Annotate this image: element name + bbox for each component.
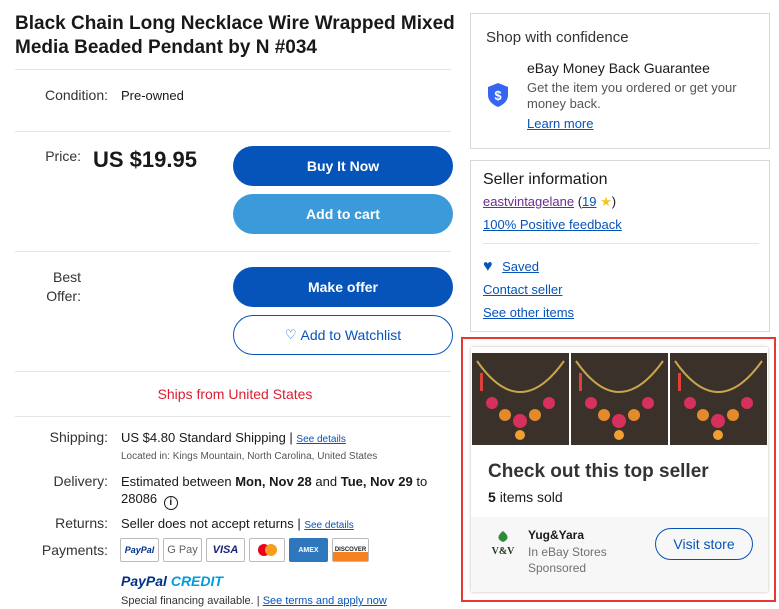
delivery-start: Mon, Nov 28 <box>235 474 312 489</box>
delivery-end: Tue, Nov 29 <box>340 474 413 489</box>
mastercard-icon <box>249 538 285 562</box>
svg-text:V&V: V&V <box>492 546 516 557</box>
item-title: Black Chain Long Necklace Wire Wrapped M… <box>15 13 455 58</box>
guarantee-title: eBay Money Back Guarantee <box>527 60 710 76</box>
delivery-to: to <box>416 474 428 489</box>
ad-heading: Check out this top seller <box>488 461 709 482</box>
divider <box>15 371 451 372</box>
visa-icon: VISA <box>206 538 245 562</box>
heart-outline-icon: ♡ <box>284 327 297 342</box>
ships-from-text: Ships from United States <box>157 386 313 402</box>
financing-text: Special financing available. | <box>121 595 260 607</box>
ad-store-name[interactable]: Yug&Yara <box>528 528 584 542</box>
best-offer-label-line2: Offer: <box>46 288 81 304</box>
shield-icon: $ <box>488 83 508 107</box>
shipping-method: Standard Shipping | <box>178 430 293 445</box>
ad-product-image[interactable] <box>571 353 668 445</box>
returns-value: Seller does not accept returns | See det… <box>121 516 354 531</box>
add-to-cart-button[interactable]: Add to cart <box>233 194 453 234</box>
shipping-label: Shipping: <box>49 429 108 445</box>
shipping-cost: US $4.80 <box>121 430 176 445</box>
price-value: US $19.95 <box>93 147 197 172</box>
divider <box>15 251 451 252</box>
paypal-icon: PayPal <box>120 538 159 562</box>
returns-text: Seller does not accept returns | <box>121 516 301 531</box>
delivery-and: and <box>315 474 338 489</box>
feedback-count-link[interactable]: 19 <box>582 194 596 209</box>
ad-sponsored-label: Sponsored <box>528 561 587 575</box>
learn-more-link[interactable]: Learn more <box>527 116 593 131</box>
delivery-zip: 28086 <box>121 491 158 506</box>
svg-text:$: $ <box>494 88 502 103</box>
best-offer-label-line1: Best <box>52 269 81 285</box>
shipping-location: Located in: Kings Mountain, North Caroli… <box>121 451 378 462</box>
amex-icon: AMEX <box>289 538 328 562</box>
add-to-watchlist-button[interactable]: ♡ Add to Watchlist <box>233 315 453 355</box>
feedback-close-paren: ) <box>611 194 617 209</box>
seller-name-line: eastvintagelane (19 ★) <box>483 194 616 210</box>
watchlist-label: Add to Watchlist <box>300 327 402 343</box>
price-label: Price: <box>45 148 81 164</box>
star-icon: ★ <box>600 194 612 209</box>
positive-feedback-link[interactable]: 100% Positive feedback <box>483 217 622 232</box>
condition-value: Pre-owned <box>121 88 184 103</box>
paypal-credit-logo: PayPal CREDIT <box>121 573 223 589</box>
make-offer-button[interactable]: Make offer <box>233 267 453 307</box>
delivery-value: Estimated between Mon, Nov 28 and Tue, N… <box>121 473 456 510</box>
store-logo-icon: V&V <box>492 531 516 557</box>
ad-store-sub: In eBay Stores <box>528 545 607 559</box>
info-icon[interactable]: i <box>163 496 178 510</box>
google-pay-icon: G Pay <box>163 538 202 562</box>
divider <box>483 243 759 244</box>
ad-sold-count: 5 <box>488 489 496 505</box>
sponsored-seller-ad-highlight: Check out this top seller 5 items sold V… <box>461 337 776 602</box>
confidence-heading: Shop with confidence <box>486 29 629 46</box>
shipping-value: US $4.80 Standard Shipping | See details <box>121 430 346 445</box>
condition-label: Condition: <box>44 87 108 103</box>
best-offer-label: Best Offer: <box>15 269 81 304</box>
sponsored-seller-ad[interactable]: Check out this top seller 5 items sold V… <box>471 347 768 592</box>
paypal-credit-brand: PayPal <box>121 573 167 589</box>
discover-icon: DISCOVER <box>332 538 369 562</box>
divider <box>15 416 451 417</box>
seller-information-panel: Seller information eastvintagelane (19 ★… <box>470 160 770 332</box>
divider <box>15 69 451 70</box>
seller-heading: Seller information <box>483 171 608 188</box>
contact-seller-link[interactable]: Contact seller <box>483 282 562 297</box>
delivery-label: Delivery: <box>53 473 108 489</box>
saved-link[interactable]: Saved <box>502 259 539 274</box>
shop-with-confidence-panel: Shop with confidence $ eBay Money Back G… <box>470 13 770 149</box>
ad-product-image[interactable] <box>670 353 767 445</box>
shipping-details-link[interactable]: See details <box>296 434 345 445</box>
seller-name-link[interactable]: eastvintagelane <box>483 194 574 209</box>
financing-link[interactable]: See terms and apply now <box>263 595 387 607</box>
guarantee-text: Get the item you ordered or get your mon… <box>527 80 737 111</box>
payments-label: Payments: <box>41 542 108 558</box>
ad-product-image[interactable] <box>472 353 569 445</box>
visit-store-button[interactable]: Visit store <box>655 528 753 560</box>
paypal-credit-suffix: CREDIT <box>170 573 223 589</box>
divider <box>15 131 451 132</box>
financing-line: Special financing available. | See terms… <box>121 595 387 607</box>
saved-seller[interactable]: ♥ Saved <box>483 258 539 276</box>
returns-details-link[interactable]: See details <box>304 520 353 531</box>
returns-label: Returns: <box>55 515 108 531</box>
see-other-items-link[interactable]: See other items <box>483 305 574 320</box>
delivery-prefix: Estimated between <box>121 474 232 489</box>
buy-it-now-button[interactable]: Buy It Now <box>233 146 453 186</box>
heart-filled-icon: ♥ <box>483 258 493 275</box>
ad-sold-text: items sold <box>499 489 563 505</box>
ad-items-sold: 5 items sold <box>488 489 563 505</box>
